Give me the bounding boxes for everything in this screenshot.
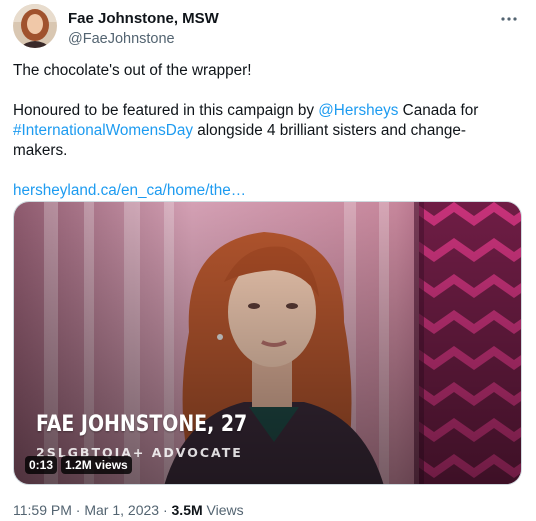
separator: · [71,502,85,518]
video-thumbnail [14,202,521,484]
tweet-time[interactable]: 11:59 PM [13,502,72,518]
tweet-line-1: The chocolate's out of the wrapper! [13,62,252,79]
tweet-line-3: #InternationalWomensDay alongside 4 bril… [13,121,513,141]
mention-link[interactable]: @Hersheys [318,102,398,119]
views-count[interactable]: 3.5M [172,502,203,518]
avatar-image [13,4,57,48]
separator: · [159,502,172,518]
text-segment: alongside 4 brilliant sisters and change… [192,122,466,139]
video-duration: 0:13 [25,456,58,474]
tweet-text: The chocolate's out of the wrapper! Hono… [13,61,513,201]
text-segment: Canada for [398,102,479,119]
tweet-line-2: Honoured to be featured in this campaign… [13,101,513,121]
text-segment: Honoured to be featured in this campaign… [13,102,319,119]
tweet-card: Fae Johnstone, MSW @FaeJohnstone The cho… [0,0,536,521]
user-handle[interactable]: @FaeJohnstone [68,30,219,49]
tweet-meta: 11:59 PM · Mar 1, 2023 · 3.5M Views [13,501,244,519]
video-badges: 0:13 1.2M views [25,456,132,474]
author-names: Fae Johnstone, MSW @FaeJohnstone [68,9,219,49]
avatar[interactable] [13,4,57,48]
tweet-date[interactable]: Mar 1, 2023 [84,502,159,518]
tweet-line-4: makers. [13,142,68,159]
video-overlay-title: FAE JOHNSTONE, 27 [36,412,248,437]
tweet-header: Fae Johnstone, MSW @FaeJohnstone [13,4,523,50]
video-views: 1.2M views [61,456,132,474]
video-player[interactable]: FAE JOHNSTONE, 27 2SLGBTQIA+ ADVOCATE 0:… [13,201,522,485]
more-options-button[interactable] [495,6,523,32]
url-link[interactable]: hersheyland.ca/en_ca/home/the… [13,181,513,201]
views-label: Views [202,502,244,518]
display-name[interactable]: Fae Johnstone, MSW [68,9,219,28]
more-horizontal-icon [501,17,517,21]
hashtag-link[interactable]: #InternationalWomensDay [13,122,193,139]
